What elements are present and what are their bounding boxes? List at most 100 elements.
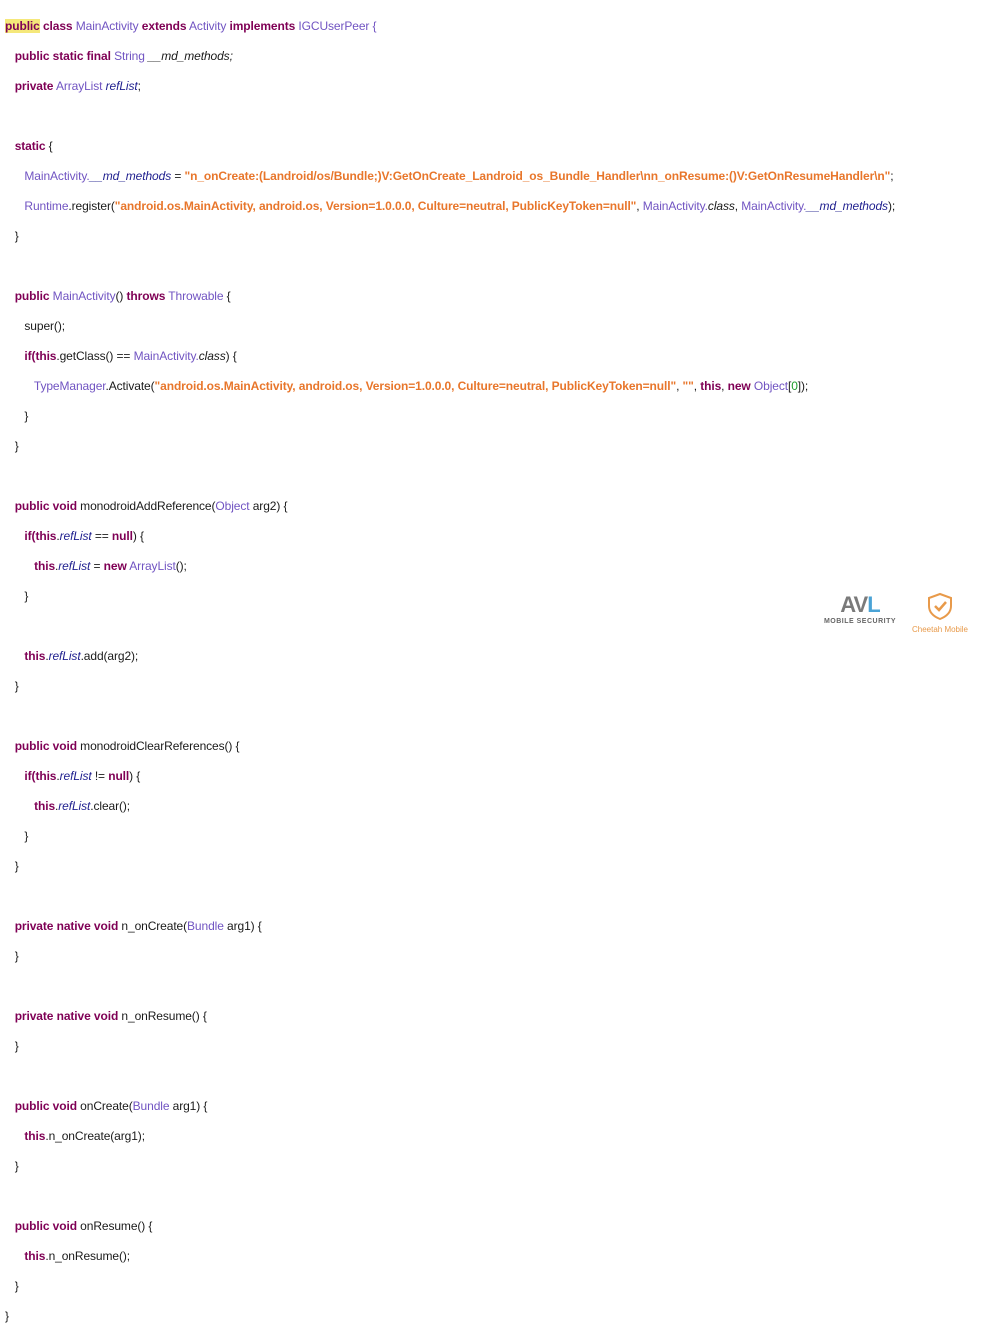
code-line: } — [5, 229, 895, 244]
text: arg2) { — [249, 499, 288, 513]
type-name: Throwable — [168, 289, 224, 303]
code-line: private ArrayList refList; — [5, 79, 895, 94]
text: ; — [137, 79, 141, 93]
field-name: refList — [59, 769, 92, 783]
avl-mark-accent: L — [867, 592, 880, 617]
code-line: this.refList.add(arg2); — [5, 649, 895, 664]
text: monodroidClearReferences() { — [76, 739, 240, 753]
cheetah-mobile-logo: Cheetah Mobile — [905, 592, 975, 634]
text: arg1) { — [223, 919, 262, 933]
code-line: public void monodroidClearReferences() { — [5, 739, 895, 754]
keyword: public static final — [14, 49, 111, 63]
keyword: null — [111, 529, 133, 543]
keyword: new — [103, 559, 127, 573]
code-line: if(this.getClass() == MainActivity.class… — [5, 349, 895, 364]
code-line: public static final String __md_methods; — [5, 49, 895, 64]
avl-mark: AVL — [820, 592, 900, 618]
code-line: } — [5, 949, 895, 964]
code-line: } — [5, 1279, 895, 1294]
text: .add(arg2); — [80, 649, 139, 663]
code-line: public void monodroidAddReference(Object… — [5, 499, 895, 514]
code-line: } — [5, 679, 895, 694]
watermark-logos: AVL MOBILE SECURITY Cheetah Mobile — [820, 592, 975, 636]
keyword: new — [727, 379, 751, 393]
text: .getClass() == — [56, 349, 134, 363]
type-name: Runtime — [24, 199, 69, 213]
keyword: this — [24, 1129, 46, 1143]
avl-logo: AVL MOBILE SECURITY — [820, 592, 900, 625]
type-name: Activity — [189, 19, 227, 33]
field-name: refList — [58, 799, 91, 813]
text: } — [14, 1159, 19, 1173]
code-line: } — [5, 409, 895, 424]
type-name: ArrayList — [55, 79, 103, 93]
field-name: refList — [105, 79, 138, 93]
code-line: Runtime.register("android.os.MainActivit… — [5, 199, 895, 214]
keyword: this — [34, 799, 56, 813]
text: .Activate( — [105, 379, 155, 393]
keyword: private native void — [14, 919, 119, 933]
text: } — [14, 679, 19, 693]
type-name: Object — [215, 499, 250, 513]
type-name: Bundle — [187, 919, 224, 933]
keyword: this — [35, 769, 57, 783]
keyword: this — [35, 529, 57, 543]
keyword: if( — [24, 349, 36, 363]
string-literal: "n_onCreate:(Landroid/os/Bundle;)V:GetOn… — [184, 169, 891, 183]
string-literal: "android.os.MainActivity, android.os, Ve… — [154, 379, 677, 393]
type-name: String — [114, 49, 145, 63]
type-name: MainActivity. — [133, 349, 199, 363]
field-name: __md_methods — [89, 169, 172, 183]
keyword: class — [707, 199, 735, 213]
code-line: this.n_onResume(); — [5, 1249, 895, 1264]
type-name: Object — [753, 379, 788, 393]
code-line: public class MainActivity extends Activi… — [5, 19, 895, 34]
string-literal: "android.os.MainActivity, android.os, Ve… — [114, 199, 637, 213]
text: = — [171, 169, 185, 183]
code-line: } — [5, 1159, 895, 1174]
text: ; — [890, 169, 894, 183]
text: .n_onResume(); — [45, 1249, 130, 1263]
code-line: } — [5, 589, 895, 604]
type-name: MainActivity. — [642, 199, 708, 213]
code-line: if(this.refList != null) { — [5, 769, 895, 784]
text: { — [45, 139, 53, 153]
code-line: } — [5, 439, 895, 454]
text: } — [24, 589, 29, 603]
text: arg1) { — [169, 1099, 208, 1113]
type-name: MainActivity. — [741, 199, 807, 213]
keyword: public — [14, 289, 50, 303]
text: } — [14, 229, 19, 243]
code-line: public void onResume() { — [5, 1219, 895, 1234]
keyword: public void — [14, 499, 77, 513]
keyword: this — [24, 649, 46, 663]
keyword: public void — [14, 739, 77, 753]
text: (); — [175, 559, 187, 573]
keyword: class — [42, 19, 73, 33]
code-line: } — [5, 829, 895, 844]
code-editor: public class MainActivity extends Activi… — [5, 4, 895, 1332]
code-line: } — [5, 859, 895, 874]
keyword: public — [5, 19, 40, 33]
text: } — [24, 829, 29, 843]
code-line: if(this.refList == null) { — [5, 529, 895, 544]
avl-logo-text: MOBILE SECURITY — [823, 618, 897, 625]
keyword: class — [198, 349, 226, 363]
code-line: static { — [5, 139, 895, 154]
text: () — [115, 289, 127, 303]
code-line: private native void n_onCreate(Bundle ar… — [5, 919, 895, 934]
cheetah-logo-text: Cheetah Mobile — [911, 625, 969, 634]
field-name: __md_methods — [806, 199, 888, 213]
text: n_onResume() { — [118, 1009, 207, 1023]
number-literal: 0 — [791, 379, 798, 393]
keyword: implements — [229, 19, 296, 33]
keyword: this — [24, 1249, 46, 1263]
text: } — [14, 1279, 19, 1293]
text: monodroidAddReference( — [76, 499, 216, 513]
